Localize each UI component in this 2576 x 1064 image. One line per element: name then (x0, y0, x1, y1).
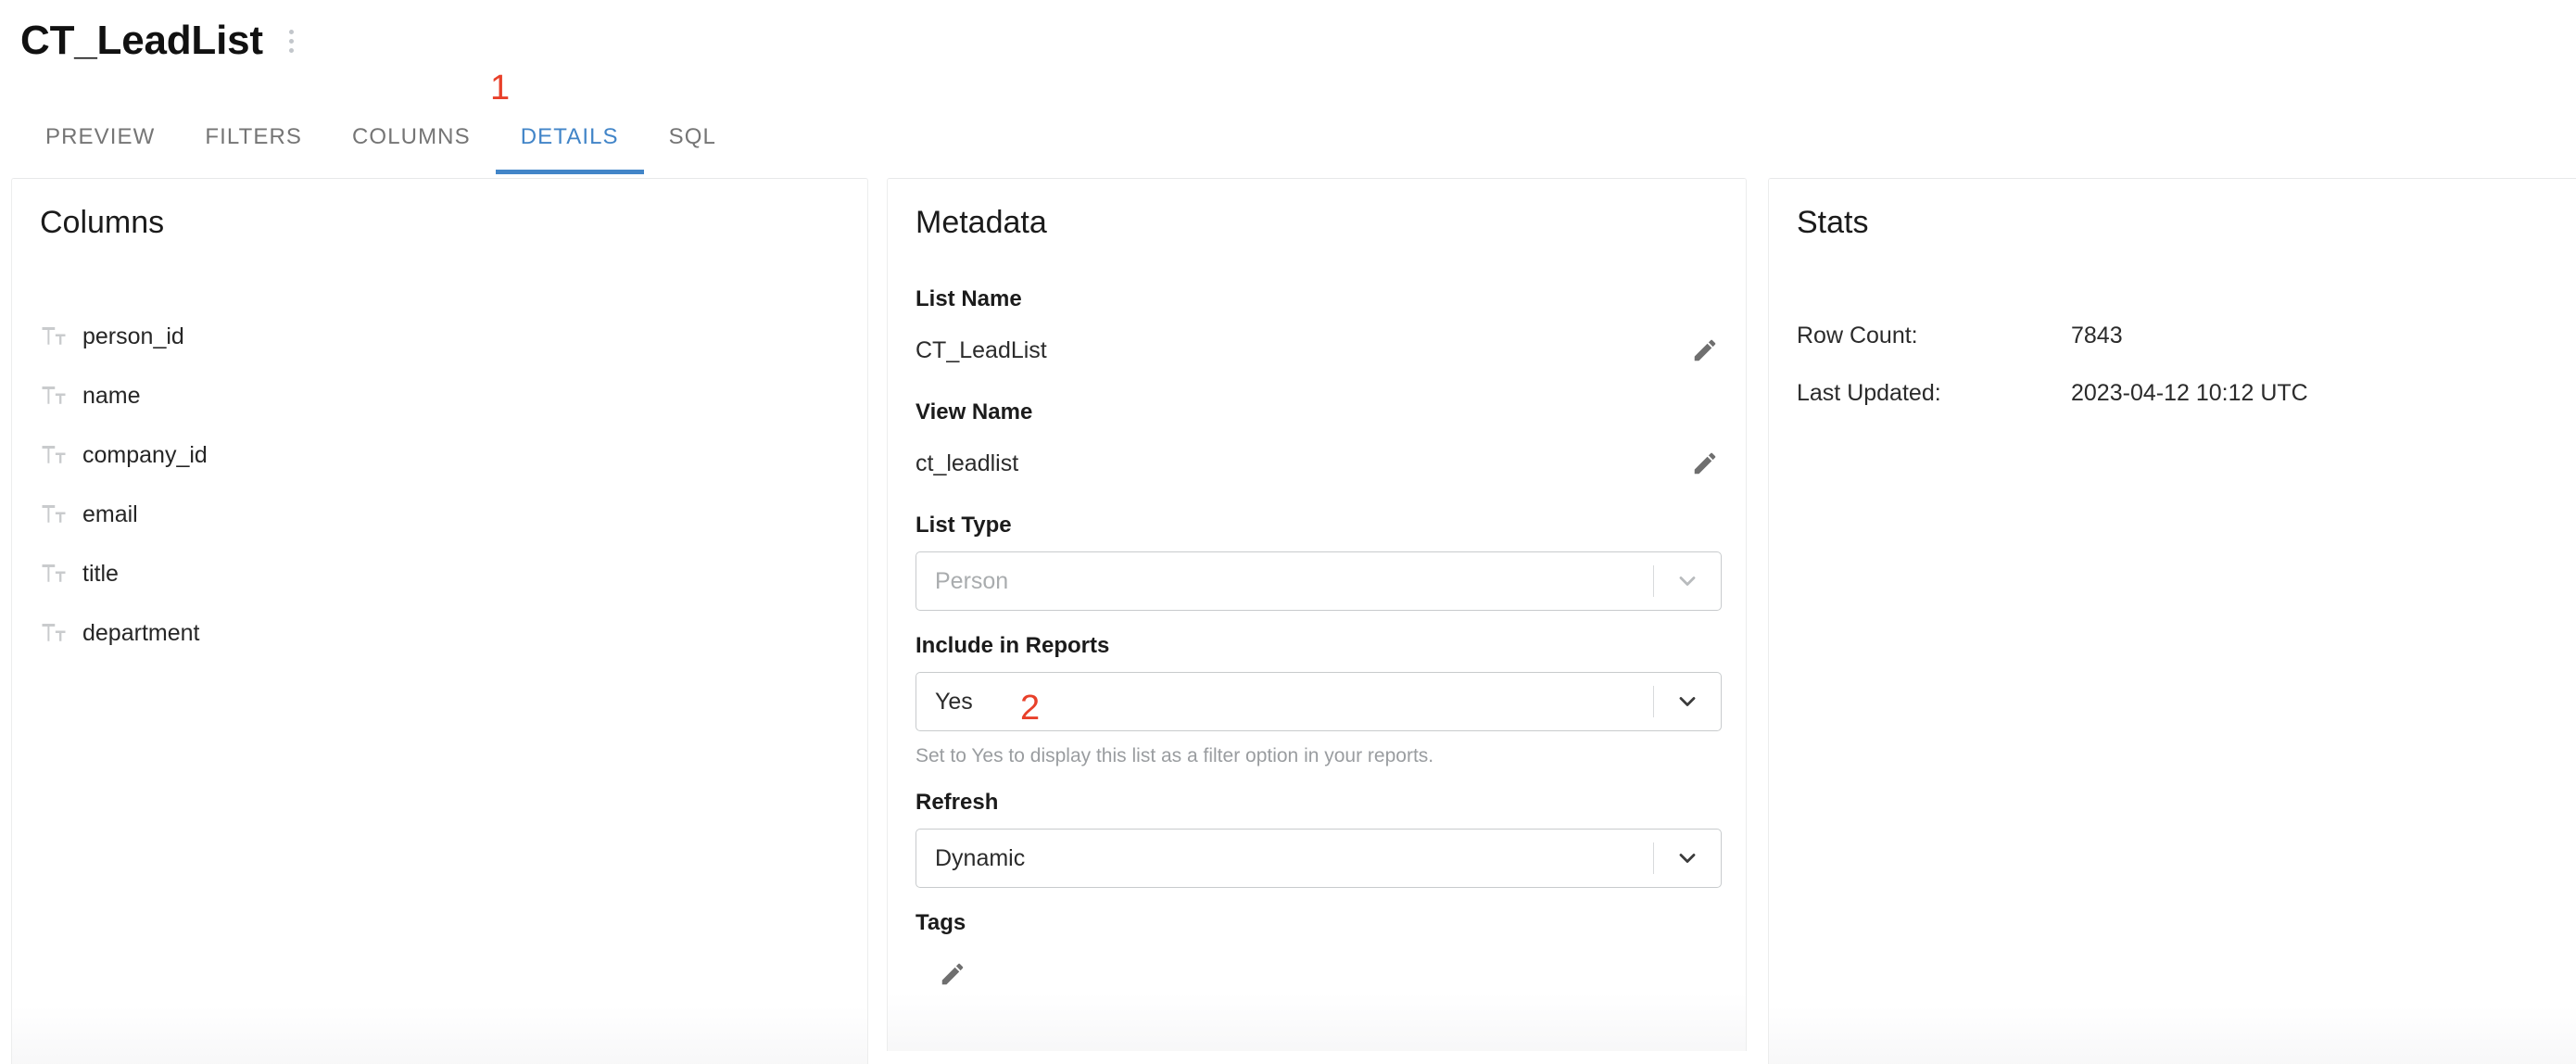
list-item-label: company_id (82, 441, 208, 468)
edit-list-name-pencil-icon[interactable] (1688, 334, 1722, 367)
chevron-down-icon (1674, 689, 1700, 715)
row-count-label: Row Count: (1797, 322, 1918, 348)
include-in-reports-helper-text: Set to Yes to display this list as a fil… (915, 745, 1434, 766)
chevron-down-icon (1674, 568, 1700, 594)
edit-view-name-pencil-icon[interactable] (1688, 447, 1722, 480)
list-item[interactable]: name (40, 366, 845, 425)
stats-list: Row Count: 7843 Last Updated: 2023-04-12… (1797, 307, 2538, 422)
select-divider (1653, 686, 1654, 717)
columns-list: person_id name company_id email title de… (40, 307, 845, 663)
tab-sql[interactable]: SQL (644, 109, 741, 174)
list-item-label: person_id (82, 323, 184, 349)
metadata-panel: Metadata List Name CT_LeadList View Name… (887, 178, 1747, 1051)
list-item[interactable]: department (40, 603, 845, 663)
refresh-select[interactable]: Dynamic (915, 829, 1722, 889)
chevron-down-icon (1674, 845, 1700, 871)
field-view-name: View Name ct_leadlist (915, 401, 1722, 490)
field-include-in-reports: Include in Reports Yes Set to Yes to dis… (915, 635, 1722, 767)
text-type-icon (40, 382, 68, 410)
tab-columns-label: COLUMNS (352, 124, 471, 149)
list-type-label: List Type (915, 513, 1012, 538)
tab-sql-label: SQL (668, 124, 716, 149)
include-in-reports-select[interactable]: Yes (915, 672, 1722, 731)
field-list-name: List Name CT_LeadList (915, 288, 1722, 377)
metadata-panel-title: Metadata (915, 205, 1047, 240)
tab-bar: PREVIEW FILTERS COLUMNS DETAILS SQL (20, 109, 741, 174)
text-type-icon (40, 323, 68, 350)
row-count-value: 7843 (2071, 322, 2123, 348)
select-divider (1653, 842, 1654, 875)
panels-container: Columns person_id name company_id email … (0, 178, 2576, 1064)
tab-preview[interactable]: PREVIEW (20, 109, 180, 174)
include-in-reports-label: Include in Reports (915, 633, 1110, 658)
stats-panel-title: Stats (1797, 205, 1869, 240)
text-type-icon (40, 441, 68, 469)
view-name-label: View Name (915, 399, 1033, 424)
page-title: CT_LeadList (20, 18, 263, 63)
columns-panel-title: Columns (40, 205, 165, 240)
stat-row-row-count: Row Count: 7843 (1797, 307, 2538, 364)
text-type-icon (40, 500, 68, 528)
kebab-menu-icon[interactable] (278, 23, 306, 58)
select-divider (1653, 565, 1654, 597)
title-row: CT_LeadList (20, 20, 306, 61)
last-updated-label: Last Updated: (1797, 379, 1941, 406)
view-name-value-row: ct_leadlist (915, 437, 1722, 490)
text-type-icon (40, 619, 68, 647)
kebab-dot (289, 47, 295, 53)
list-item[interactable]: person_id (40, 307, 845, 366)
list-item-label: title (82, 560, 119, 587)
list-type-select[interactable]: Person (915, 551, 1722, 611)
tab-preview-label: PREVIEW (45, 124, 156, 149)
refresh-label: Refresh (915, 790, 999, 816)
list-item[interactable]: email (40, 485, 845, 544)
field-refresh: Refresh Dynamic (915, 790, 1722, 889)
page-header: CT_LeadList PREVIEW FILTERS COLUMNS DETA… (0, 0, 2576, 174)
list-item[interactable]: company_id (40, 425, 845, 485)
stat-row-last-updated: Last Updated: 2023-04-12 10:12 UTC (1797, 364, 2538, 422)
list-item-label: email (82, 500, 138, 527)
list-name-label: List Name (915, 286, 1022, 311)
list-item-label: department (82, 619, 200, 646)
text-type-icon (40, 560, 68, 588)
tab-details-label: DETAILS (520, 124, 619, 149)
tab-details[interactable]: DETAILS (495, 109, 644, 174)
field-list-type: List Type Person (915, 514, 1722, 611)
edit-tags-pencil-icon[interactable] (936, 957, 969, 991)
kebab-dot (289, 38, 295, 44)
tags-value-row (915, 947, 1722, 1001)
tab-columns[interactable]: COLUMNS (327, 109, 496, 174)
kebab-dot (289, 29, 295, 34)
list-type-selected-value: Person (935, 567, 1009, 594)
stats-panel: Stats Row Count: 7843 Last Updated: 2023… (1768, 178, 2576, 1064)
last-updated-value: 2023-04-12 10:12 UTC (2071, 379, 2308, 406)
columns-panel: Columns person_id name company_id email … (11, 178, 868, 1064)
refresh-selected-value: Dynamic (935, 844, 1026, 871)
list-name-value: CT_LeadList (915, 336, 1047, 363)
app-root: CT_LeadList PREVIEW FILTERS COLUMNS DETA… (0, 0, 2576, 1064)
tags-label: Tags (915, 910, 966, 936)
list-name-value-row: CT_LeadList (915, 323, 1722, 377)
list-item[interactable]: title (40, 544, 845, 603)
tab-filters-label: FILTERS (205, 124, 302, 149)
view-name-value: ct_leadlist (915, 450, 1019, 476)
include-in-reports-selected-value: Yes (935, 688, 973, 715)
field-tags: Tags (915, 912, 1722, 1001)
tab-filters[interactable]: FILTERS (180, 109, 327, 174)
metadata-form: List Name CT_LeadList View Name ct_leadl… (915, 288, 1722, 1025)
list-item-label: name (82, 382, 141, 409)
